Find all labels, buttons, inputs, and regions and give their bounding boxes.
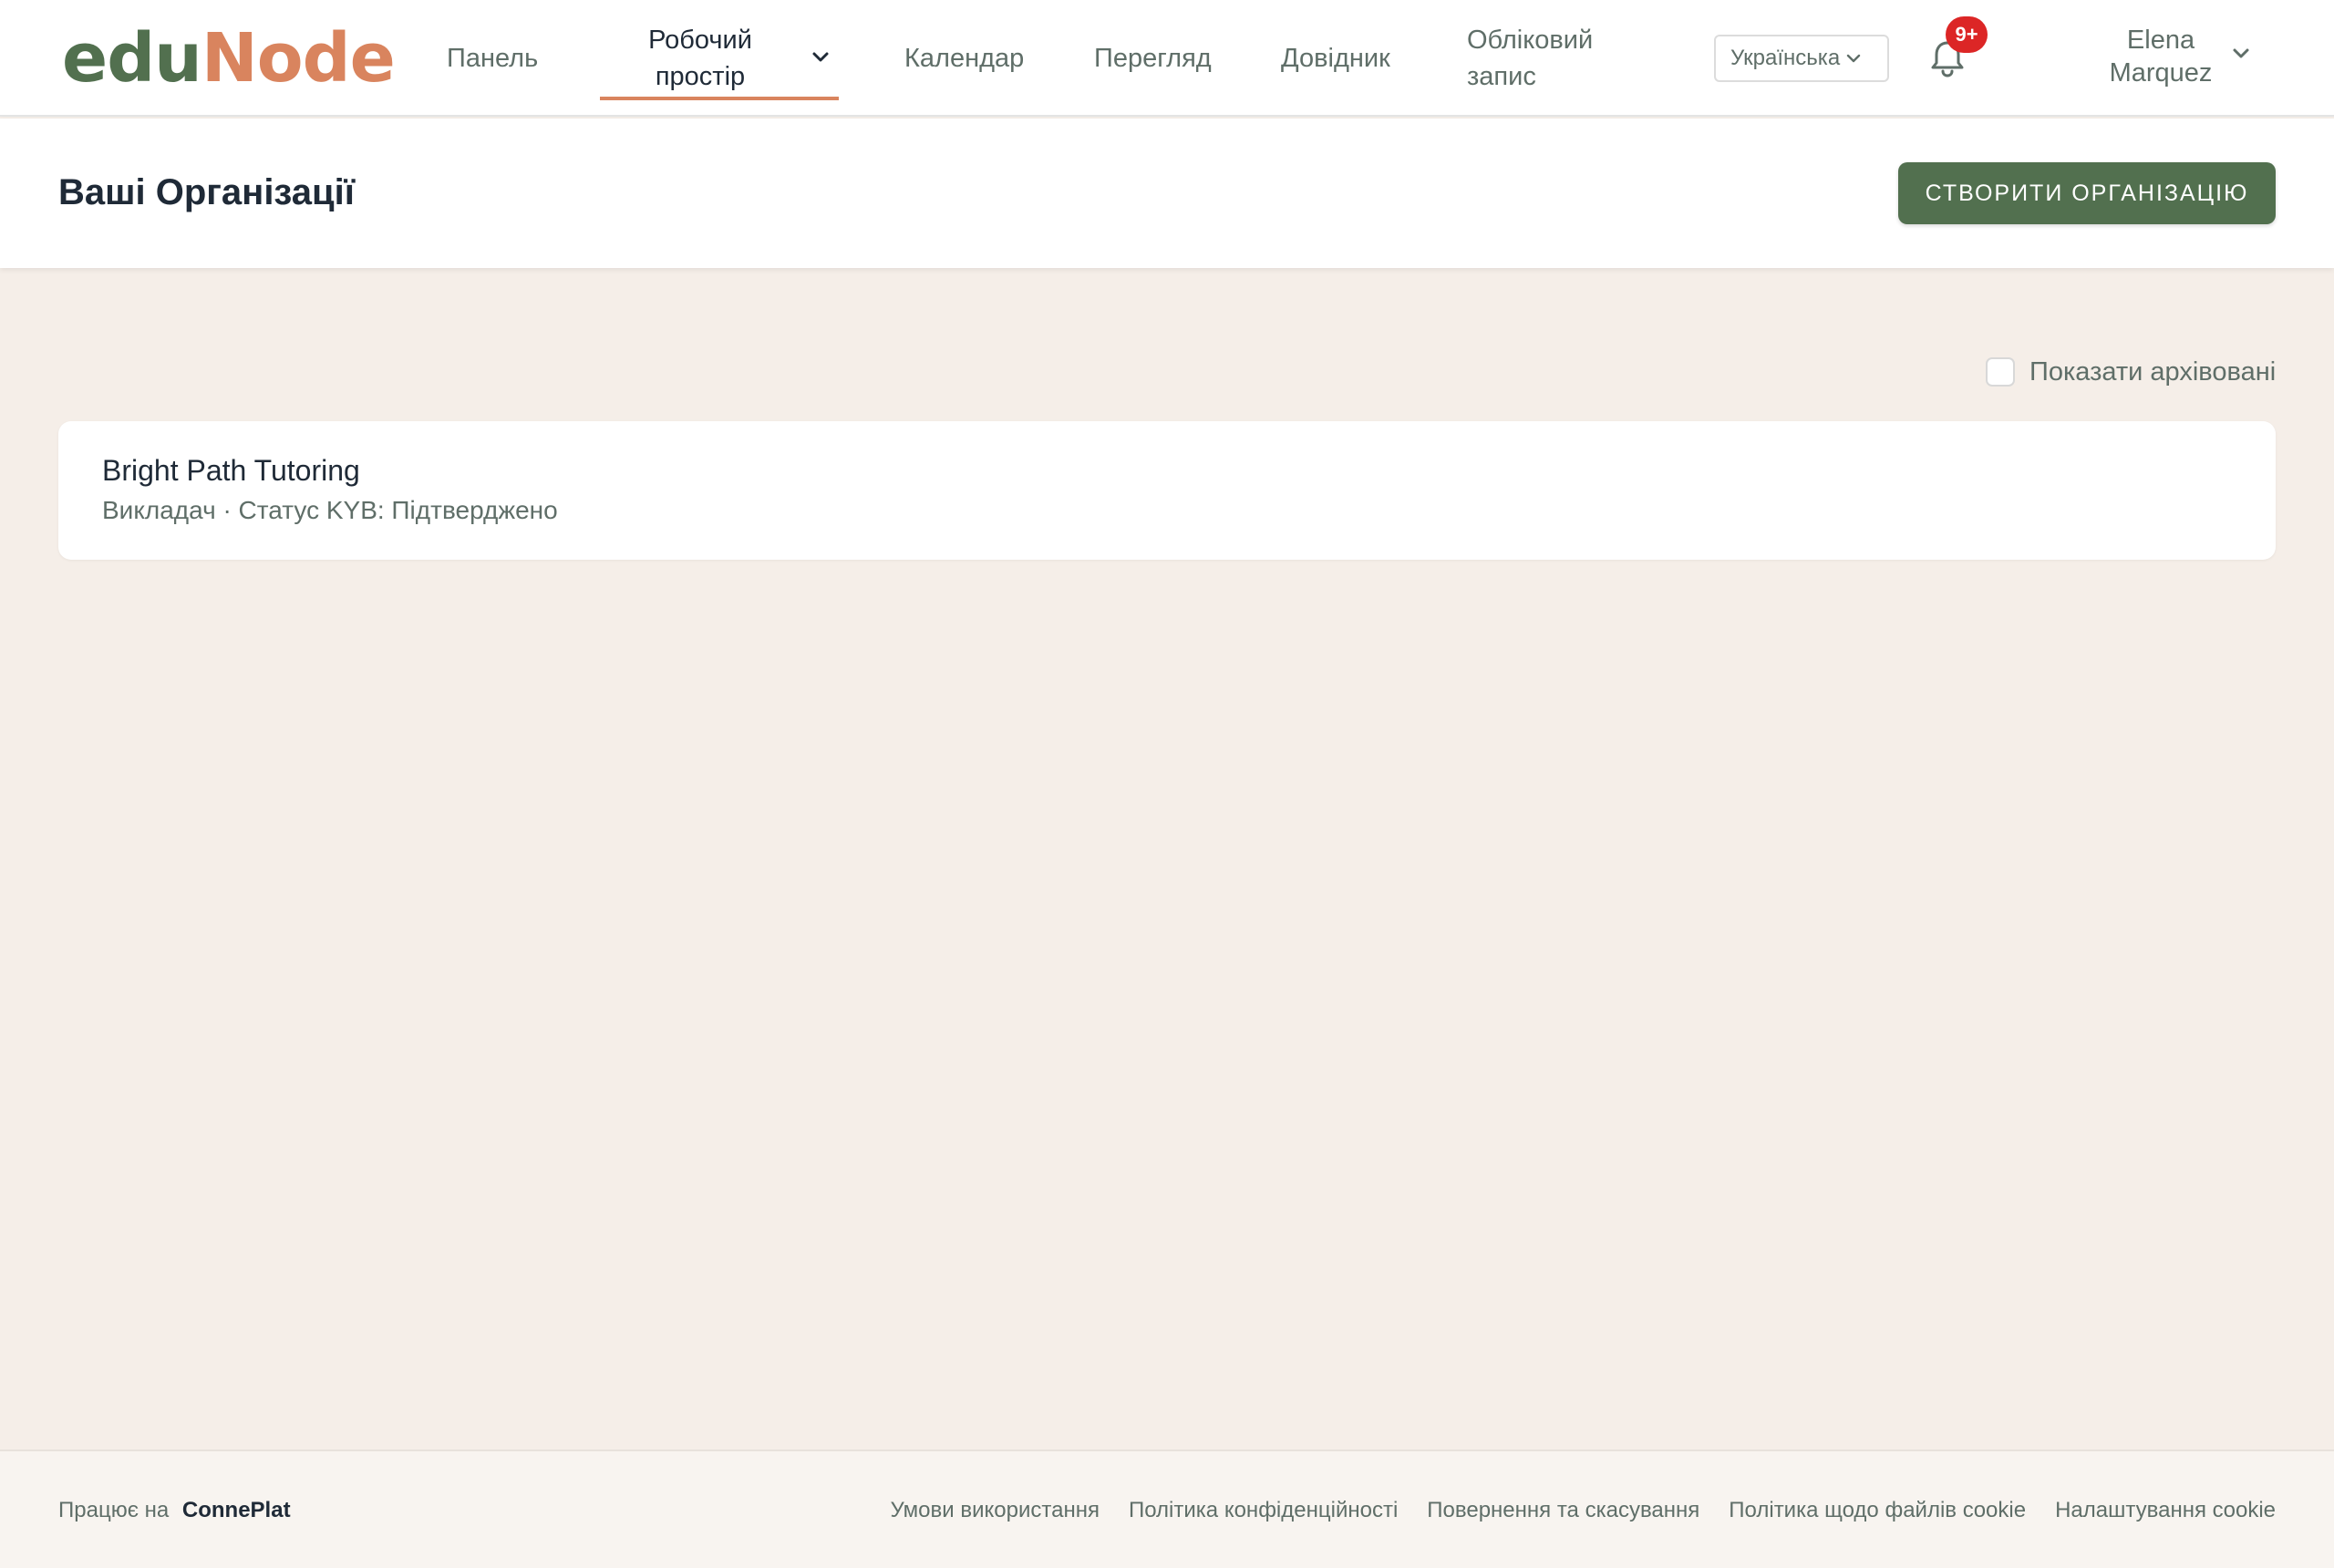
chevron-down-icon	[1846, 54, 1861, 63]
footer-link-privacy[interactable]: Політика конфіденційності	[1129, 1497, 1398, 1524]
footer-links: Умови використання Політика конфіденційн…	[891, 1497, 2276, 1524]
nav-overview[interactable]: Перегляд	[1094, 0, 1212, 117]
footer-link-cookie-settings[interactable]: Налаштування cookie	[2055, 1497, 2276, 1524]
powered-by-brand[interactable]: ConnePlat	[182, 1498, 291, 1522]
logo-edu: edu	[62, 19, 202, 98]
nav-workspace-label: Робочий простір	[618, 22, 782, 95]
edunode-logo[interactable]: eduNode	[62, 18, 396, 98]
logo-node: Node	[201, 19, 396, 98]
nav-calendar[interactable]: Календар	[904, 0, 1024, 117]
organization-card[interactable]: Bright Path Tutoring Викладач · Статус K…	[58, 421, 2276, 560]
footer: Працює на ConnePlat Умови використання П…	[0, 1449, 2334, 1568]
show-archived-checkbox[interactable]	[1986, 357, 2015, 387]
user-last-name: Marquez	[2109, 58, 2213, 88]
nav-workspace-line2: простір	[655, 62, 746, 91]
notification-badge: 9+	[1946, 16, 1988, 53]
nav-reference[interactable]: Довідник	[1281, 0, 1390, 117]
nav-dashboard[interactable]: Панель	[447, 0, 538, 117]
create-organization-button[interactable]: СТВОРИТИ ОРГАНІЗАЦІЮ	[1898, 162, 2276, 224]
chevron-down-icon	[812, 52, 829, 62]
page-header: Ваші Організації СТВОРИТИ ОРГАНІЗАЦІЮ	[0, 119, 2334, 268]
nav-account-line2: запис	[1467, 62, 1536, 91]
language-selected: Українська	[1730, 46, 1841, 70]
nav-workspace[interactable]: Робочий простір	[600, 0, 839, 100]
page-title: Ваші Організації	[58, 172, 355, 212]
language-select[interactable]: Українська	[1714, 35, 1889, 82]
user-first-name: Elena	[2126, 26, 2195, 55]
nav-account-line1: Обліковий	[1467, 26, 1594, 55]
show-archived-toggle[interactable]: Показати архівовані	[1986, 356, 2276, 388]
nav-workspace-line1: Робочий	[648, 26, 752, 55]
nav-account[interactable]: Обліковий запис	[1467, 0, 1593, 117]
powered-by: Працює на ConnePlat	[58, 1497, 291, 1524]
footer-link-cookie-policy[interactable]: Політика щодо файлів cookie	[1729, 1497, 2026, 1524]
footer-link-refunds[interactable]: Повернення та скасування	[1427, 1497, 1699, 1524]
powered-by-prefix: Працює на	[58, 1498, 170, 1522]
footer-link-terms[interactable]: Умови використання	[891, 1497, 1100, 1524]
app-page: eduNode Панель Робочий простір Календар …	[0, 0, 2334, 1568]
organization-name: Bright Path Tutoring	[102, 454, 360, 487]
show-archived-label: Показати архівовані	[2029, 356, 2277, 387]
chevron-down-icon[interactable]	[2232, 47, 2250, 60]
organization-meta: Викладач · Статус KYB: Підтверджено	[102, 496, 558, 524]
user-menu[interactable]: Elena Marquez	[2070, 24, 2252, 89]
top-navigation: eduNode Панель Робочий простір Календар …	[0, 0, 2334, 117]
